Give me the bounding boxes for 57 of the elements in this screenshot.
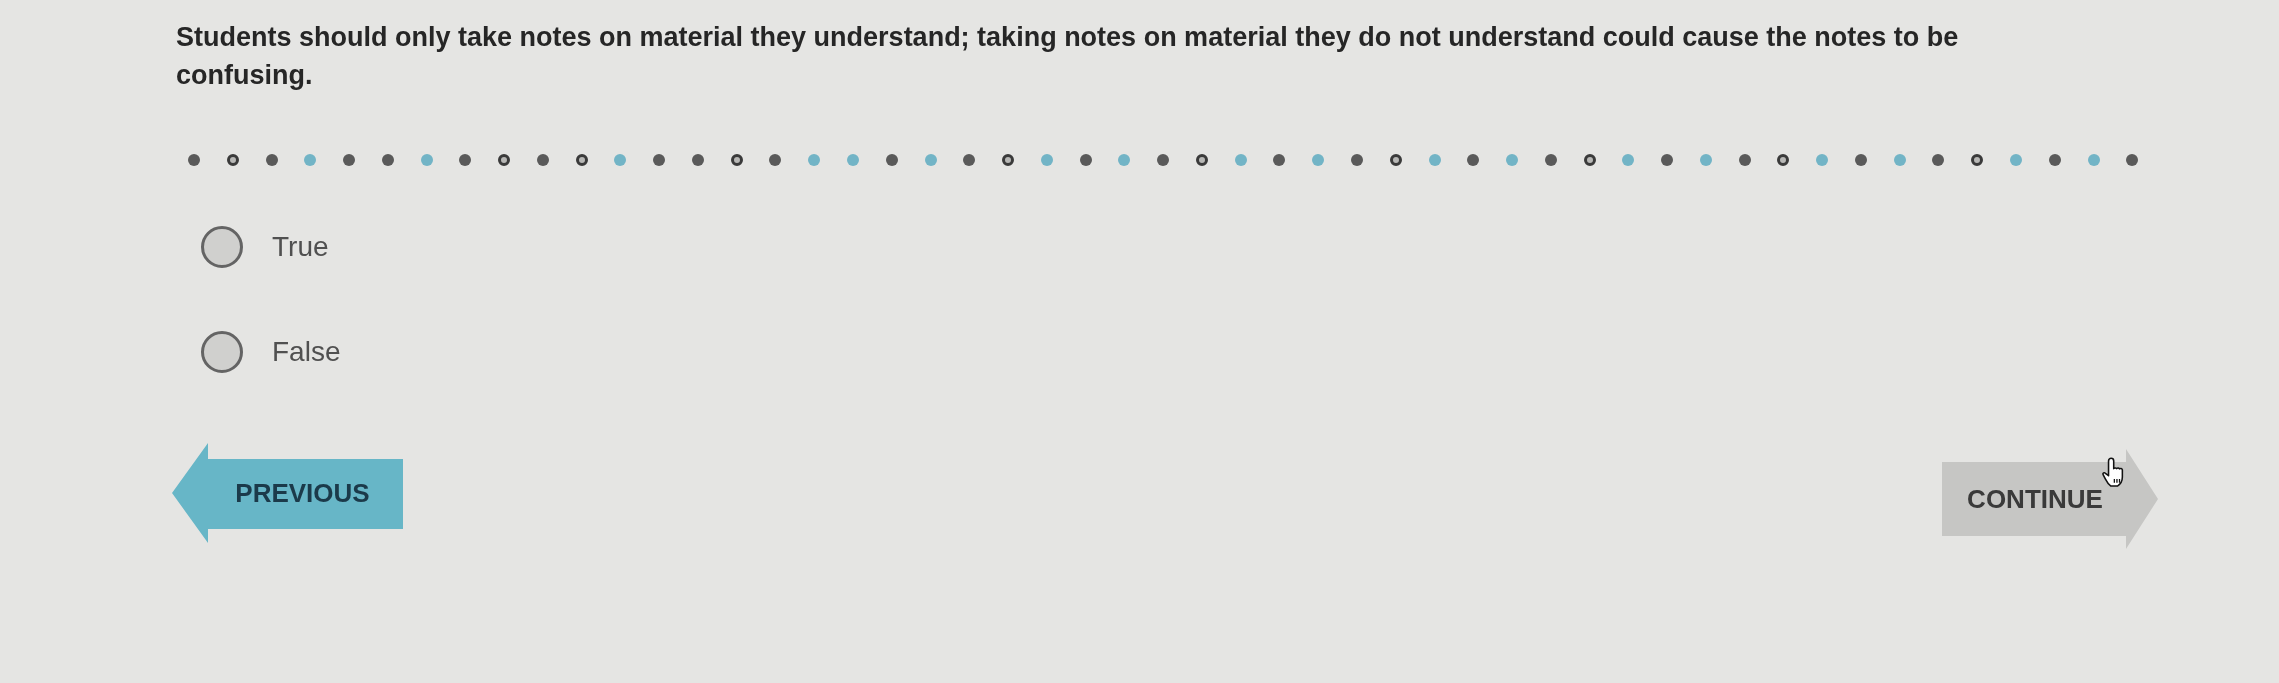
progress-dot[interactable] [1622, 154, 1635, 166]
progress-dot[interactable] [381, 154, 394, 166]
progress-dot[interactable] [536, 154, 549, 166]
question-text: Students should only take notes on material they understand; taking notes on material they do not understand could cause the notes to be confusing. [176, 21, 1960, 92]
progress-dot[interactable] [1195, 154, 1208, 166]
progress-dot[interactable] [1312, 154, 1325, 166]
progress-dot[interactable] [1777, 154, 1790, 166]
progress-dot[interactable] [847, 154, 859, 166]
progress-dot[interactable] [226, 154, 239, 166]
progress-dot[interactable] [1467, 154, 1480, 166]
progress-dot[interactable] [2010, 154, 2022, 166]
progress-dot[interactable] [963, 154, 976, 166]
radio-button[interactable] [201, 331, 243, 373]
progress-dot[interactable] [1854, 154, 1867, 166]
progress-dot[interactable] [265, 154, 278, 166]
progress-dot[interactable] [653, 154, 666, 166]
progress-dot[interactable] [1157, 154, 1170, 166]
progress-dot[interactable] [1040, 154, 1053, 166]
progress-dot[interactable] [1932, 154, 1945, 166]
progress-dot[interactable] [1661, 154, 1674, 166]
progress-dot[interactable] [1816, 154, 1829, 166]
progress-dot[interactable] [1893, 154, 1906, 166]
progress-dot[interactable] [420, 154, 433, 166]
previous-button[interactable]: PREVIOUS [172, 443, 403, 543]
option-label[interactable]: False [272, 336, 341, 368]
progress-dot[interactable] [924, 154, 937, 166]
radio-button[interactable] [201, 226, 243, 268]
progress-dot[interactable] [1118, 154, 1131, 166]
progress-dot[interactable] [1971, 154, 1984, 166]
progress-dot[interactable] [498, 154, 511, 166]
progress-dot[interactable] [1544, 154, 1557, 166]
progress-dot[interactable] [808, 154, 821, 166]
option-label[interactable]: True [272, 231, 329, 263]
progress-dot[interactable] [1273, 154, 1286, 166]
progress-dot[interactable] [1350, 154, 1363, 166]
progress-dot[interactable] [1389, 154, 1402, 166]
progress-dot[interactable] [769, 154, 782, 166]
progress-dot[interactable] [1079, 154, 1092, 166]
progress-dot[interactable] [885, 154, 898, 166]
progress-dot[interactable] [1428, 154, 1441, 166]
progress-dot[interactable] [343, 154, 356, 166]
progress-dot[interactable] [614, 154, 627, 166]
progress-dot[interactable] [1583, 154, 1596, 166]
progress-dot[interactable] [1738, 154, 1751, 166]
progress-dot[interactable] [304, 154, 317, 166]
progress-dot[interactable] [2048, 154, 2061, 166]
progress-dot[interactable] [1699, 154, 1712, 166]
progress-dot[interactable] [1002, 154, 1015, 166]
progress-dot[interactable] [575, 154, 588, 166]
progress-dot[interactable] [1506, 154, 1519, 166]
progress-dot[interactable] [2126, 154, 2139, 166]
progress-dot[interactable] [2087, 154, 2100, 166]
progress-dot[interactable] [459, 154, 472, 166]
progress-dot[interactable] [730, 154, 743, 166]
progress-dot[interactable] [691, 154, 704, 166]
progress-dot[interactable] [188, 154, 200, 166]
progress-dot[interactable] [1234, 154, 1247, 166]
